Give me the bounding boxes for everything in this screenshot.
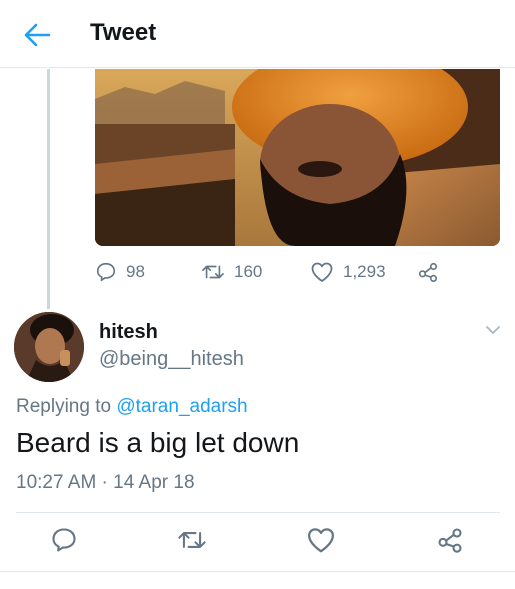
tweet-media-image[interactable]: [95, 69, 500, 246]
share-icon: [417, 261, 439, 283]
page-title: Tweet: [90, 19, 157, 46]
tweet-timestamp: 10:27 AM · 14 Apr 18: [16, 472, 195, 493]
share-action[interactable]: [417, 258, 439, 286]
thread-connector-line: [47, 69, 50, 309]
like-count: 1,293: [343, 262, 386, 281]
tweet-text: Beard is a big let down: [16, 427, 300, 458]
replying-to-label: Replying to: [16, 396, 117, 417]
retweet-icon: [201, 261, 225, 283]
back-arrow-icon[interactable]: [22, 22, 52, 48]
divider: [0, 571, 515, 572]
replying-to-mention-link[interactable]: @taran_adarsh: [116, 396, 247, 417]
retweet-action[interactable]: 160: [201, 258, 262, 286]
share-icon[interactable]: [436, 526, 466, 556]
like-icon[interactable]: [306, 526, 336, 556]
reply-count: 98: [126, 262, 145, 281]
avatar[interactable]: [14, 312, 84, 382]
retweet-count: 160: [234, 262, 263, 281]
like-action[interactable]: 1,293: [310, 258, 386, 286]
author-display-name[interactable]: hitesh: [99, 321, 158, 344]
replying-to-line: Replying to @taran_adarsh: [16, 396, 248, 418]
app-header: Tweet: [0, 0, 515, 68]
reply-icon[interactable]: [50, 526, 80, 556]
parent-tweet-actions: 98 160 1,293: [95, 258, 495, 286]
author-handle[interactable]: @being__hitesh: [99, 348, 244, 371]
like-icon: [310, 261, 334, 283]
chevron-down-icon[interactable]: [483, 322, 503, 338]
reply-icon: [95, 261, 117, 283]
divider: [16, 512, 500, 513]
reply-tweet-actions: [0, 526, 515, 556]
reply-action[interactable]: 98: [95, 258, 145, 286]
retweet-icon[interactable]: [177, 526, 207, 556]
